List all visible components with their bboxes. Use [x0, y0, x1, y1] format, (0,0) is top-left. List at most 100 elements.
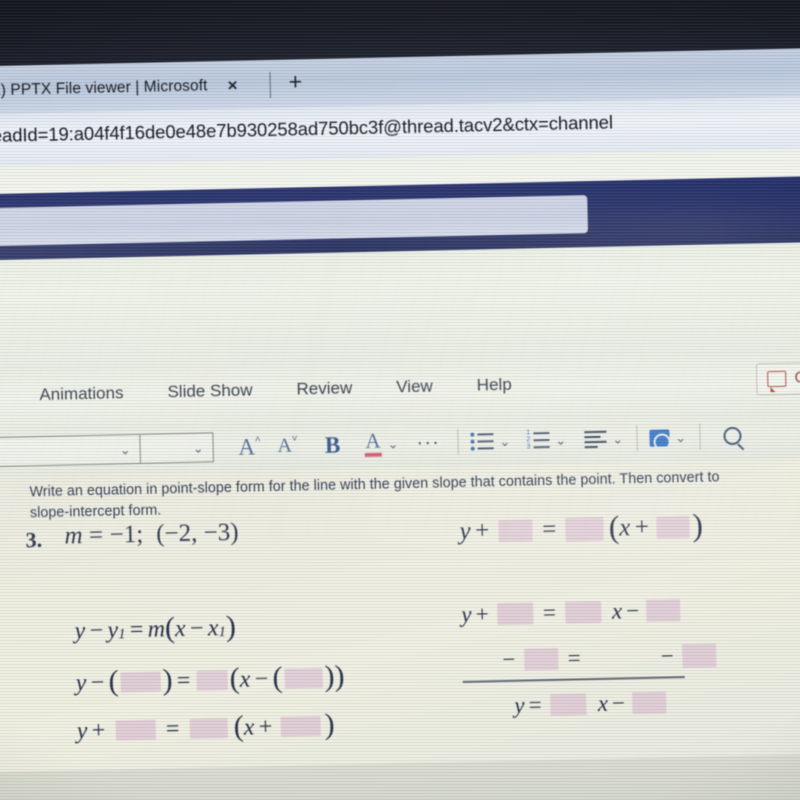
- slope-variable: m: [64, 522, 83, 550]
- chevron-down-icon: ⌄: [674, 429, 687, 445]
- close-paren: ): [225, 610, 237, 644]
- close-icon[interactable]: ×: [227, 76, 237, 96]
- numbered-list-button[interactable]: 1 2 3 ⌄: [521, 423, 572, 458]
- numbered-list-icon: 1 2 3: [526, 429, 550, 450]
- close-paren: ): [324, 708, 335, 742]
- open-paren: (: [164, 611, 176, 645]
- font-color-icon: A: [364, 428, 382, 458]
- chevron-down-icon: ⌄: [387, 435, 399, 452]
- equals-sign: =: [567, 645, 581, 671]
- plus-sign: +: [91, 717, 106, 744]
- more-formatting-button[interactable]: ···: [409, 425, 448, 460]
- answer-blank[interactable]: [564, 600, 602, 624]
- ribbon-tab-help[interactable]: Help: [454, 370, 534, 400]
- plus-sign: +: [475, 601, 489, 627]
- font-name-dropdown[interactable]: ⌄: [0, 433, 141, 468]
- right-slope-intercept-answer-line: y = x −: [514, 689, 669, 718]
- ribbon-tab-transitions[interactable]: ns: [0, 382, 18, 411]
- y-term: y: [514, 692, 525, 718]
- right-pointslope-line: y + = ( x + ): [459, 508, 703, 550]
- bold-button[interactable]: B: [313, 427, 352, 462]
- chevron-down-icon: ⌄: [612, 430, 624, 447]
- font-color-button[interactable]: A ⌄: [359, 426, 404, 461]
- comments-button[interactable]: Com: [756, 361, 800, 396]
- browser-tab-pptx-viewer[interactable]: (1) PPTX File viewer | Microsoft ×: [0, 66, 244, 112]
- font-size-dropdown[interactable]: ⌄: [139, 432, 214, 464]
- new-tab-button[interactable]: +: [288, 67, 302, 95]
- y-term: y: [76, 717, 88, 744]
- left-substitution-line: y − ( ) = ( x − ( ) ): [75, 659, 345, 701]
- x-term: x: [618, 514, 631, 542]
- comments-button-label: Com: [794, 368, 800, 387]
- comment-bubble-icon: [767, 370, 787, 388]
- minus-sign: −: [90, 669, 105, 696]
- horizontal-rule: [462, 676, 685, 683]
- x-term: x: [243, 713, 255, 741]
- x1-term: x: [207, 614, 219, 641]
- align-button[interactable]: ⌄: [579, 421, 629, 456]
- close-paren: ): [334, 659, 345, 694]
- answer-blank[interactable]: [280, 716, 321, 737]
- tab-title: (1) PPTX File viewer | Microsoft: [0, 77, 208, 100]
- ribbon-tab-animations[interactable]: Animations: [17, 379, 146, 410]
- close-paren: ): [162, 663, 173, 697]
- y-term: y: [461, 601, 472, 627]
- align-icon: [584, 430, 607, 448]
- answer-blank[interactable]: [550, 693, 587, 717]
- shrink-font-label: A: [277, 434, 293, 457]
- answer-blank[interactable]: [497, 602, 535, 626]
- answer-blank[interactable]: [646, 599, 681, 622]
- point-value: (−2, −3): [155, 518, 239, 548]
- plus-sign: +: [258, 713, 273, 740]
- search-input[interactable]: [0, 195, 589, 247]
- x-term: x: [239, 666, 251, 693]
- bold-label: B: [324, 432, 341, 458]
- answer-blank[interactable]: [189, 718, 228, 739]
- font-color-letter: A: [365, 428, 381, 453]
- tab-divider: [269, 71, 272, 98]
- caret-down-icon: ˅: [291, 432, 298, 445]
- grow-font-label: A: [238, 433, 256, 460]
- search-button[interactable]: [713, 419, 752, 454]
- ribbon-tab-view[interactable]: View: [374, 372, 455, 402]
- answer-blank[interactable]: [498, 519, 533, 543]
- x-term: x: [597, 690, 609, 716]
- chevron-down-icon: ⌄: [192, 440, 204, 456]
- equals-sign: =: [176, 667, 191, 694]
- minus-sign: −: [254, 665, 269, 692]
- x-term: x: [174, 615, 186, 642]
- y1-term: y: [107, 616, 119, 644]
- chevron-down-icon: ⌄: [555, 432, 567, 448]
- ribbon-tab-review[interactable]: Review: [274, 374, 374, 404]
- answer-blank[interactable]: [681, 643, 717, 669]
- answer-blank[interactable]: [196, 670, 228, 691]
- minus-sign: −: [502, 646, 516, 673]
- answer-blank[interactable]: [656, 515, 690, 539]
- picture-icon: [648, 428, 670, 447]
- minus-sign: −: [89, 617, 104, 644]
- bulleted-list-button[interactable]: ⌄: [465, 424, 516, 459]
- address-bar-input[interactable]: readId=19:a04f4f16de0e48e7b930258ad750bc…: [0, 112, 613, 148]
- answer-blank[interactable]: [115, 719, 156, 741]
- content-gap-area: [0, 241, 800, 373]
- x-term: x: [611, 598, 623, 624]
- minus-sign: −: [626, 598, 640, 624]
- chevron-down-icon: ⌄: [119, 441, 131, 457]
- ribbon-tab-slide-show[interactable]: Slide Show: [145, 376, 275, 407]
- answer-blank[interactable]: [565, 516, 605, 542]
- equals-sign: =: [88, 521, 104, 550]
- toolbar-divider: [698, 423, 701, 450]
- magnifier-icon: [722, 426, 742, 446]
- answer-blank[interactable]: [120, 671, 161, 693]
- left-pointslope-answer-line: y + = ( x + ): [76, 708, 335, 749]
- equals-sign: =: [528, 692, 542, 718]
- shrink-font-button[interactable]: A ˅: [269, 428, 308, 463]
- grow-font-button[interactable]: A ˄: [231, 429, 270, 464]
- answer-blank[interactable]: [284, 667, 323, 689]
- open-paren: (: [229, 662, 241, 696]
- answer-blank[interactable]: [524, 647, 559, 671]
- answer-blank[interactable]: [631, 691, 667, 715]
- insert-picture-button[interactable]: ⌄: [644, 420, 692, 455]
- minus-sign: −: [660, 643, 675, 669]
- y-term: y: [74, 617, 86, 644]
